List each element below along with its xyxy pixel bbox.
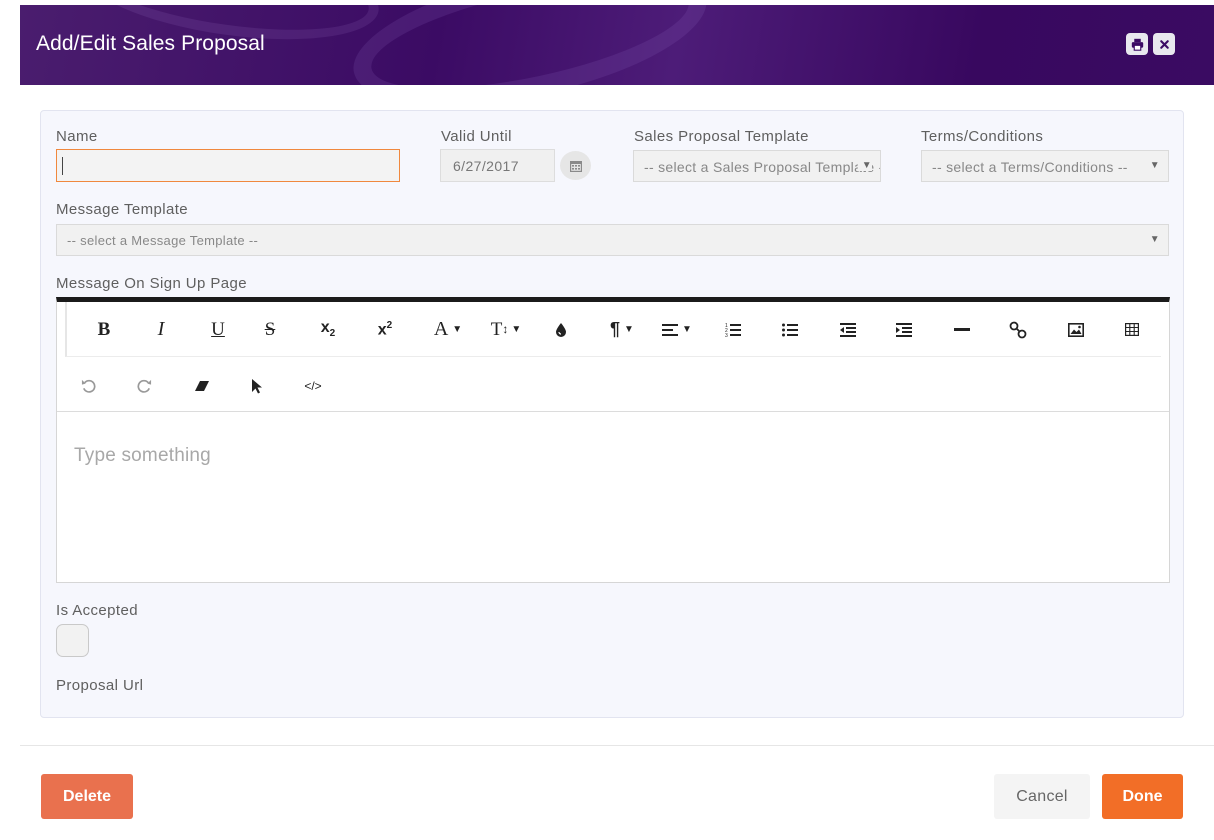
is-accepted-label: Is Accepted — [56, 602, 138, 619]
terms-conditions-select[interactable]: -- select a Terms/Conditions -- ▼ — [921, 150, 1169, 182]
code-icon: </> — [304, 378, 322, 393]
dropdown-arrow-icon: ▼ — [857, 160, 872, 171]
header-decoration — [341, 5, 719, 85]
fill-color-button[interactable] — [551, 302, 571, 357]
horizontal-rule-icon — [954, 327, 970, 331]
table-icon — [1125, 323, 1139, 336]
strikethrough-icon: S — [264, 318, 276, 340]
name-label: Name — [56, 128, 98, 145]
sales-proposal-template-select[interactable]: -- select a Sales Proposal Template -- ▼ — [633, 150, 881, 182]
ordered-list-icon: 123 — [725, 323, 741, 338]
subscript-icon: x2 — [320, 319, 336, 340]
font-color-button[interactable]: A ▼ — [427, 302, 469, 357]
undo-button[interactable] — [77, 358, 99, 413]
superscript-icon: x2 — [377, 319, 393, 339]
caret-down-icon: ▼ — [682, 324, 692, 335]
dialog-header: Add/Edit Sales Proposal — [20, 5, 1214, 85]
indent-button[interactable] — [894, 302, 914, 357]
close-icon — [1159, 39, 1169, 49]
editor-toolbar-row1: B I U S x2 x2 A ▼ T ↕ ▼ ¶ ▼ ▼ 123 — [65, 302, 1161, 357]
code-view-button[interactable]: </> — [301, 358, 325, 413]
valid-until-label: Valid Until — [441, 128, 512, 145]
horizontal-rule-button[interactable] — [952, 302, 972, 357]
calendar-icon — [569, 160, 582, 172]
proposal-url-label: Proposal Url — [56, 677, 144, 694]
image-icon — [1068, 322, 1084, 337]
bold-icon: B — [97, 318, 111, 340]
clear-formatting-button[interactable] — [191, 358, 213, 413]
message-template-label: Message Template — [56, 201, 189, 218]
dropdown-arrow-icon: ▼ — [1145, 160, 1160, 171]
redo-icon — [136, 379, 151, 393]
font-size-button[interactable]: T ↕ ▼ — [485, 302, 527, 357]
bold-button[interactable]: B — [91, 302, 117, 357]
font-size-icon: T — [490, 318, 503, 340]
insert-image-button[interactable] — [1065, 302, 1087, 357]
done-button[interactable]: Done — [1102, 774, 1183, 819]
sales-proposal-template-value: -- select a Sales Proposal Template -- — [644, 159, 881, 175]
dropdown-arrow-icon: ▼ — [1145, 234, 1160, 245]
italic-icon: I — [157, 318, 165, 340]
unordered-list-icon — [782, 323, 798, 336]
delete-button[interactable]: Delete — [41, 774, 133, 819]
underline-icon: U — [211, 318, 225, 340]
indent-icon — [896, 322, 912, 337]
redo-button[interactable] — [133, 358, 155, 413]
is-accepted-checkbox[interactable] — [56, 624, 89, 657]
underline-button[interactable]: U — [205, 302, 231, 357]
footer-divider — [20, 745, 1214, 746]
cancel-button[interactable]: Cancel — [994, 774, 1090, 819]
droplet-icon — [556, 323, 566, 337]
editor-toolbar-row2: </> — [57, 358, 1169, 412]
message-template-value: -- select a Message Template -- — [67, 233, 259, 248]
valid-until-field[interactable]: 6/27/2017 — [440, 149, 555, 182]
link-icon — [1009, 321, 1027, 338]
message-on-sign-up-label: Message On Sign Up Page — [56, 275, 247, 292]
strikethrough-button[interactable]: S — [257, 302, 283, 357]
calendar-button[interactable] — [560, 151, 591, 180]
text-caret — [62, 157, 63, 175]
select-button[interactable] — [246, 358, 268, 413]
cursor-icon — [252, 378, 262, 393]
terms-conditions-label: Terms/Conditions — [921, 128, 1044, 145]
sales-proposal-template-label: Sales Proposal Template — [634, 128, 809, 145]
terms-conditions-value: -- select a Terms/Conditions -- — [932, 159, 1128, 175]
unordered-list-button[interactable] — [780, 302, 800, 357]
editor-content-area[interactable]: Type something — [57, 413, 1169, 583]
rich-text-editor: B I U S x2 x2 A ▼ T ↕ ▼ ¶ ▼ ▼ 123 </> Ty… — [56, 297, 1170, 583]
print-button[interactable] — [1126, 33, 1148, 55]
insert-table-button[interactable] — [1121, 302, 1143, 357]
paragraph-icon: ¶ — [610, 319, 621, 339]
outdent-button[interactable] — [838, 302, 858, 357]
dialog-title: Add/Edit Sales Proposal — [36, 32, 265, 55]
caret-down-icon: ▼ — [511, 324, 522, 335]
outdent-icon — [840, 322, 856, 337]
align-button[interactable]: ▼ — [659, 302, 695, 357]
name-field[interactable] — [56, 149, 400, 182]
print-icon — [1131, 38, 1143, 51]
ordered-list-button[interactable]: 123 — [723, 302, 743, 357]
message-template-select[interactable]: -- select a Message Template -- ▼ — [56, 224, 1169, 256]
align-left-icon — [662, 323, 679, 336]
caret-down-icon: ▼ — [624, 324, 634, 335]
svg-text:3: 3 — [725, 333, 728, 338]
eraser-icon — [195, 380, 209, 391]
font-icon: A — [433, 318, 449, 340]
close-button[interactable] — [1153, 33, 1175, 55]
insert-link-button[interactable] — [1007, 302, 1029, 357]
caret-down-icon: ▼ — [452, 324, 463, 335]
subscript-button[interactable]: x2 — [315, 302, 341, 357]
undo-icon — [81, 379, 96, 393]
editor-placeholder: Type something — [74, 445, 211, 466]
paragraph-format-button[interactable]: ¶ ▼ — [605, 302, 639, 357]
superscript-button[interactable]: x2 — [372, 302, 398, 357]
italic-button[interactable]: I — [148, 302, 174, 357]
